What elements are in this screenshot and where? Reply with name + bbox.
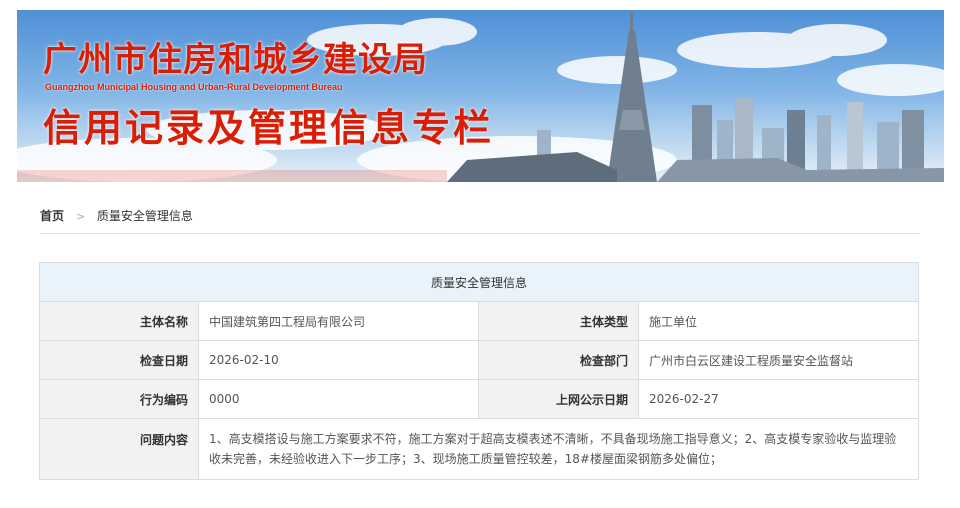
city-skyline-illustration [17,12,944,182]
page: 广州市住房和城乡建设局 Guangzhou Municipal Housing … [0,0,960,508]
entity-name-label: 主体名称 [39,301,199,341]
breadcrumb-current: 质量安全管理信息 [96,209,193,223]
issue-content-value: 1、高支模搭设与施工方案要求不符，施工方案对于超高支模表述不清晰，不具备现场施工… [197,418,920,480]
table-row: 行为编码 0000 上网公示日期 2026-02-27 [39,379,920,419]
table-row: 主体名称 中国建筑第四工程局有限公司 主体类型 施工单位 [39,301,920,341]
banner: 广州市住房和城乡建设局 Guangzhou Municipal Housing … [17,10,944,182]
table-header: 质量安全管理信息 [38,262,920,302]
breadcrumb: 首页 > 质量安全管理信息 [40,207,920,224]
info-table: 质量安全管理信息 主体名称 中国建筑第四工程局有限公司 主体类型 施工单位 检查… [38,262,920,480]
inspection-dept-label: 检查部门 [478,340,639,380]
entity-type-label: 主体类型 [478,301,639,341]
issue-content-label: 问题内容 [39,418,199,480]
banner-subtitle: Guangzhou Municipal Housing and Urban-Ru… [45,82,343,92]
inspection-dept-value: 广州市白云区建设工程质量安全监督站 [637,340,920,380]
inspection-date-value: 2026-02-10 [198,340,479,380]
behavior-code-label: 行为编码 [39,379,199,419]
inspection-date-label: 检查日期 [39,340,199,380]
entity-name-value: 中国建筑第四工程局有限公司 [198,301,479,341]
banner-slogan: 信用记录及管理信息专栏 [43,106,495,150]
publish-date-value: 2026-02-27 [637,379,920,419]
breadcrumb-home-link[interactable]: 首页 [40,209,64,223]
behavior-code-value: 0000 [198,379,479,419]
banner-title: 广州市住房和城乡建设局 [43,40,428,80]
divider [40,233,920,234]
table-row: 检查日期 2026-02-10 检查部门 广州市白云区建设工程质量安全监督站 [39,340,920,380]
entity-type-value: 施工单位 [637,301,920,341]
tower [607,12,657,182]
publish-date-label: 上网公示日期 [478,379,639,419]
breadcrumb-separator: > [75,210,86,223]
table-row: 问题内容 1、高支模搭设与施工方案要求不符，施工方案对于超高支模表述不清晰，不具… [39,418,920,480]
